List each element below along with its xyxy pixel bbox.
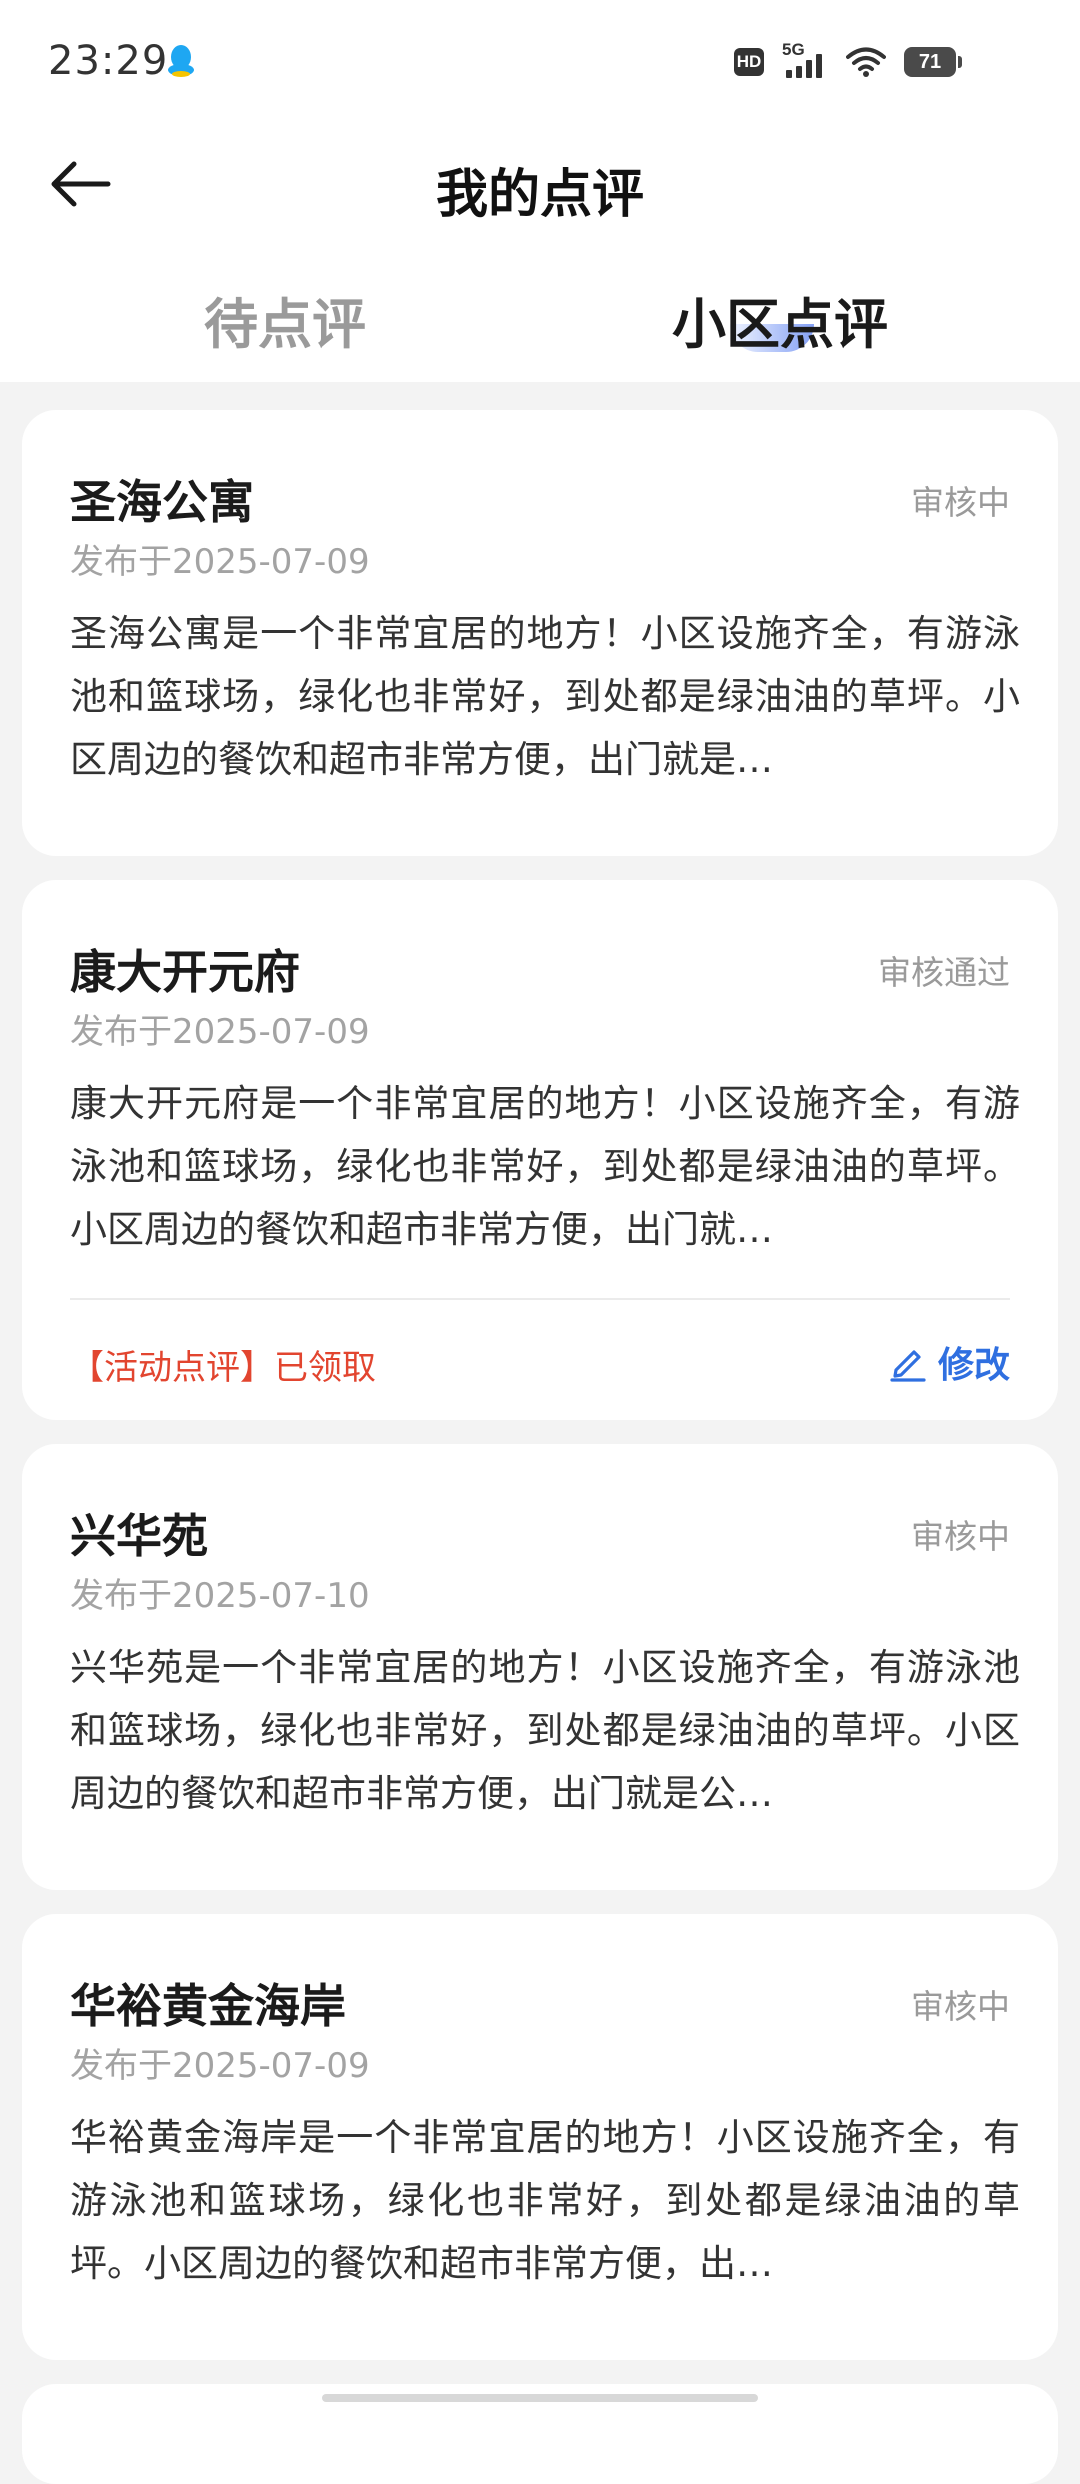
hd-icon: HD xyxy=(734,48,764,76)
review-content: 康大开元府是一个非常宜居的地方！小区设施齐全，有游泳池和篮球场，绿化也非常好，到… xyxy=(70,1082,1020,1251)
community-name: 兴华苑 xyxy=(70,1509,208,1563)
header: 23:29 HD 5G 71 我的点评 待点评 小区点评 xyxy=(0,0,1080,382)
edit-label: 修改 xyxy=(937,1345,1010,1386)
nav-bar: 我的点评 xyxy=(0,126,1080,244)
review-status: 审核中 xyxy=(911,483,1010,522)
review-status: 审核中 xyxy=(911,1517,1010,1556)
cell-signal-icon: 5G xyxy=(782,40,828,80)
review-content: 圣海公寓是一个非常宜居的地方！小区设施齐全，有游泳池和篮球场，绿化也非常好，到处… xyxy=(70,612,1020,781)
tab-pending-reviews[interactable]: 待点评 xyxy=(204,280,366,359)
review-status: 审核中 xyxy=(911,1987,1010,2026)
publish-date: 发布于2025-07-09 xyxy=(70,542,370,582)
status-icons: HD 5G 71 xyxy=(734,40,962,80)
review-card[interactable]: 圣海公寓 审核中 发布于2025-07-09 圣海公寓是一个非常宜居的地方！小区… xyxy=(22,410,1058,856)
battery-icon: 71 xyxy=(904,47,962,77)
card-divider xyxy=(70,1298,1010,1300)
pencil-icon xyxy=(890,1350,926,1382)
review-card[interactable]: 康大开元府 审核通过 发布于2025-07-09 康大开元府是一个非常宜居的地方… xyxy=(22,880,1058,1420)
tab-community-reviews[interactable]: 小区点评 xyxy=(672,280,888,359)
review-content: 兴华苑是一个非常宜居的地方！小区设施齐全，有游泳池和篮球场，绿化也非常好，到处都… xyxy=(70,1646,1020,1815)
community-name: 圣海公寓 xyxy=(70,475,254,529)
review-content: 华裕黄金海岸是一个非常宜居的地方！小区设施齐全，有游泳池和篮球场，绿化也非常好，… xyxy=(70,2116,1020,2285)
page-title: 我的点评 xyxy=(435,165,644,225)
tab-bar: 待点评 小区点评 xyxy=(0,262,1080,382)
status-time: 23:29 xyxy=(48,38,169,84)
wifi-icon xyxy=(846,47,886,77)
publish-date: 发布于2025-07-09 xyxy=(70,1012,370,1052)
review-card[interactable]: 华裕黄金海岸 审核中 发布于2025-07-09 华裕黄金海岸是一个非常宜居的地… xyxy=(22,1914,1058,2360)
tab-label: 待点评 xyxy=(204,293,366,356)
edit-button[interactable]: 修改 xyxy=(888,1336,1010,1388)
status-bar: 23:29 HD 5G 71 xyxy=(0,0,1080,126)
home-indicator[interactable] xyxy=(322,2394,758,2402)
publish-date: 发布于2025-07-10 xyxy=(70,1576,370,1616)
activity-tag: 【活动点评】已领取 xyxy=(70,1348,376,1388)
community-name: 华裕黄金海岸 xyxy=(70,1979,346,2033)
publish-date: 发布于2025-07-09 xyxy=(70,2046,370,2086)
review-status: 审核通过 xyxy=(878,953,1010,992)
review-card[interactable]: 兴华苑 审核中 发布于2025-07-10 兴华苑是一个非常宜居的地方！小区设施… xyxy=(22,1444,1058,1890)
qq-notification-icon xyxy=(168,45,194,77)
community-name: 康大开元府 xyxy=(70,945,300,999)
tab-label: 小区点评 xyxy=(672,293,888,356)
